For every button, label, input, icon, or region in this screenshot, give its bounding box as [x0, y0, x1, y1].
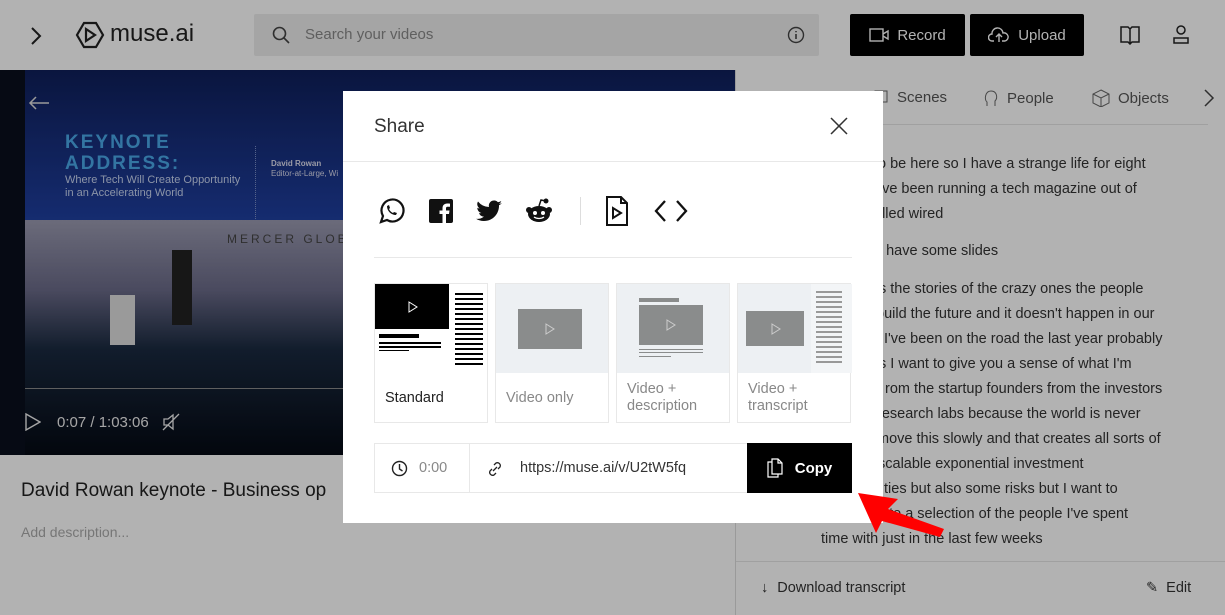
copy-icon: [767, 458, 783, 478]
layout-option-video-transcript[interactable]: Video + transcript: [737, 283, 852, 423]
layout-option-video-only[interactable]: Video only: [495, 283, 609, 423]
play-icon: [545, 323, 555, 335]
layout-label: Video only: [506, 390, 574, 406]
share-dialog: Share Standard Video only Video + descri…: [343, 91, 883, 523]
link-icon: [489, 462, 501, 476]
standard-layout-thumbnail: [375, 284, 487, 373]
copy-label: Copy: [794, 459, 833, 477]
reddit-icon[interactable]: [525, 198, 553, 224]
play-icon: [771, 323, 781, 335]
layout-label: Standard: [385, 390, 444, 406]
start-time-value: 0:00: [419, 460, 448, 476]
whatsapp-icon[interactable]: [377, 197, 405, 225]
layout-label: Video + description: [627, 381, 698, 414]
clock-icon: [391, 460, 408, 477]
share-url[interactable]: https://muse.ai/v/U2tW5fq: [520, 460, 686, 476]
dialog-title: Share: [374, 116, 425, 137]
annotation-arrow-icon: [858, 493, 944, 537]
layout-label: Video + transcript: [748, 381, 808, 414]
layout-option-standard[interactable]: Standard: [374, 283, 488, 423]
facebook-icon[interactable]: [429, 199, 453, 223]
start-time-input[interactable]: 0:00: [375, 444, 470, 492]
embed-video-page-icon[interactable]: [605, 196, 629, 226]
layout-option-video-description[interactable]: Video + description: [616, 283, 730, 423]
twitter-icon[interactable]: [476, 200, 503, 222]
copy-button[interactable]: Copy: [747, 443, 852, 493]
video-transcript-thumbnail: [738, 284, 852, 373]
play-icon: [408, 301, 418, 313]
video-description-thumbnail: [617, 284, 729, 373]
embed-code-icon[interactable]: [654, 199, 688, 223]
close-icon[interactable]: [830, 117, 848, 135]
play-icon: [666, 319, 676, 331]
video-only-thumbnail: [496, 284, 608, 373]
